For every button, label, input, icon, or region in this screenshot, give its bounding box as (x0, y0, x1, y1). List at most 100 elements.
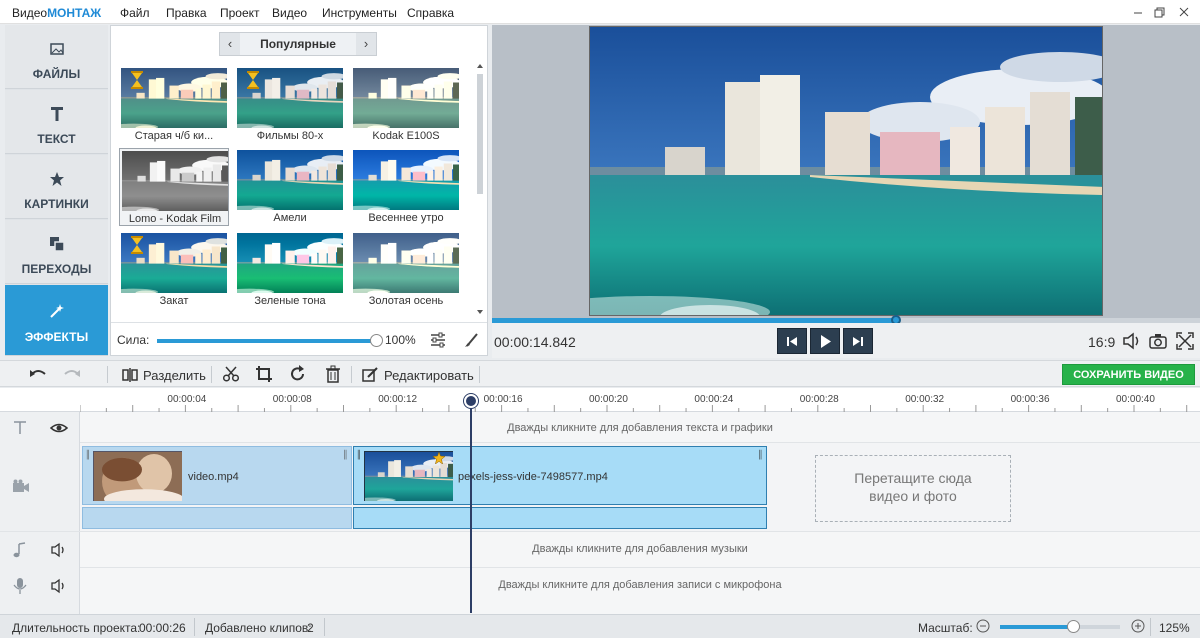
category-next-button[interactable]: › (356, 33, 376, 55)
menu-tools[interactable]: Инструменты (322, 6, 397, 20)
video-clip-2[interactable]: ║ pexels-jess-vide-7498577.mp4 ║ (353, 446, 767, 505)
toolbar-divider (351, 366, 352, 383)
close-icon[interactable] (1176, 4, 1192, 20)
effect-tile[interactable]: Закат (119, 231, 229, 309)
zoom-slider-knob[interactable] (1067, 620, 1081, 633)
tab-pictures[interactable]: КАРТИНКИ (5, 155, 108, 219)
media-dropzone[interactable]: Перетащите сюда видео и фото (815, 455, 1011, 522)
status-divider (194, 618, 195, 636)
menu-help[interactable]: Справка (407, 6, 454, 20)
ruler-tick-label: 00:00:12 (378, 394, 418, 405)
tab-transitions-label: ПЕРЕХОДЫ (21, 262, 92, 276)
timeline-tracks: Дважды кликните для добавления текста и … (0, 412, 1200, 614)
clips-count-value: 2 (307, 621, 314, 635)
clip-handle-right[interactable]: ║ (342, 450, 348, 459)
effects-scrollbar[interactable] (475, 62, 485, 316)
category-prev-button[interactable]: ‹ (220, 33, 240, 55)
redo-icon[interactable] (62, 365, 82, 385)
scissors-icon[interactable] (222, 365, 240, 385)
music-track[interactable]: Дважды кликните для добавления музыки (0, 532, 1200, 568)
zoom-slider[interactable] (1000, 620, 1120, 633)
effect-tile[interactable]: Lomo - Kodak Film (119, 148, 229, 226)
effect-tile[interactable]: Старая ч/б ки... (119, 66, 229, 144)
menu-edit[interactable]: Правка (166, 6, 207, 20)
menu-file[interactable]: Файл (120, 6, 150, 20)
effect-tile[interactable]: Весеннее утро (351, 148, 461, 226)
timeline-ruler[interactable]: 00:00:04 00:00:08 00:00:12 00:00:16 00:00:20… (0, 388, 1200, 412)
tab-files-label: ФАЙЛЫ (32, 67, 81, 81)
maximize-icon[interactable] (1152, 4, 1168, 20)
split-icon (122, 367, 138, 383)
effect-tile[interactable]: Зеленые тона (235, 231, 345, 309)
undo-icon[interactable] (28, 365, 48, 385)
mic-track[interactable]: Дважды кликните для добавления записи с … (0, 568, 1200, 614)
zoom-out-icon[interactable] (976, 619, 990, 633)
eye-icon[interactable] (50, 420, 68, 436)
status-divider (324, 618, 325, 636)
trash-icon[interactable] (324, 365, 342, 385)
menu-project[interactable]: Проект (220, 6, 260, 20)
zoom-value: 125% (1159, 621, 1190, 635)
tab-effects[interactable]: ЭФФЕКТЫ (5, 285, 108, 356)
playhead[interactable] (464, 394, 478, 613)
category-selector[interactable]: ‹ Популярные › (219, 32, 377, 56)
ruler-tick-label: 00:00:32 (905, 394, 945, 405)
effect-label: Фильмы 80-х (256, 130, 324, 142)
zoom-in-icon[interactable] (1131, 619, 1145, 633)
title-bar: ВидеоМОНТАЖ Файл Правка Проект Видео Инс… (0, 0, 1200, 24)
image-icon (49, 41, 65, 57)
effect-star-icon (433, 452, 445, 464)
next-frame-button[interactable] (843, 328, 873, 354)
effect-tile[interactable]: Золотая осень (351, 231, 461, 309)
minimize-icon[interactable] (1130, 4, 1146, 20)
clip-2-name: pexels-jess-vide-7498577.mp4 (458, 471, 608, 483)
effect-label: Зеленые тона (254, 295, 326, 307)
tab-text[interactable]: ТЕКСТ (5, 90, 108, 154)
tab-transitions[interactable]: ПЕРЕХОДЫ (5, 220, 108, 284)
adjust-sliders-icon[interactable] (429, 331, 447, 349)
video-preview[interactable] (589, 26, 1103, 316)
brush-icon[interactable] (463, 331, 481, 349)
play-button[interactable] (810, 328, 840, 354)
timecode: 00:00:14.842 (494, 334, 576, 350)
clip-handle-left[interactable]: ║ (356, 450, 362, 459)
crop-icon[interactable] (255, 365, 273, 385)
player-controls: 00:00:14.842 16:9 (492, 323, 1200, 358)
strength-slider[interactable] (157, 334, 383, 347)
split-label: Разделить (143, 368, 206, 383)
rotate-icon[interactable] (289, 365, 307, 385)
menu-video[interactable]: Видео (272, 6, 307, 20)
prev-frame-button[interactable] (777, 328, 807, 354)
category-label: Популярные (260, 37, 336, 51)
hourglass-icon (131, 236, 143, 254)
effect-tile[interactable]: Kodak E100S (351, 66, 461, 144)
status-bar: Длительность проекта: 00:00:26 Добавлено… (0, 614, 1200, 638)
hourglass-icon (247, 71, 259, 89)
clip-handle-right[interactable]: ║ (757, 450, 763, 459)
volume-icon[interactable] (50, 542, 68, 558)
fullscreen-icon[interactable] (1176, 332, 1194, 350)
effect-tile[interactable]: Фильмы 80-х (235, 66, 345, 144)
aspect-ratio[interactable]: 16:9 (1088, 334, 1115, 350)
save-video-button[interactable]: СОХРАНИТЬ ВИДЕО (1062, 364, 1195, 385)
left-tabs: ФАЙЛЫ ТЕКСТ КАРТИНКИ ПЕРЕХОДЫ ЭФФЕКТЫ (5, 25, 108, 356)
effect-tile[interactable]: Амели (235, 148, 345, 226)
effect-label: Lomo - Kodak Film (128, 213, 222, 225)
strength-slider-knob[interactable] (370, 334, 383, 347)
dropzone-line-1: Перетащите сюда (854, 470, 972, 486)
video-clip-1[interactable]: ║ video.mp4 ║ (82, 446, 352, 505)
text-track[interactable]: Дважды кликните для добавления текста и … (0, 412, 1200, 443)
strength-label: Сила: (117, 333, 150, 347)
volume-icon[interactable] (1122, 332, 1142, 350)
clip-handle-left[interactable]: ║ (85, 450, 91, 459)
volume-icon[interactable] (50, 578, 68, 594)
magic-wand-icon (49, 303, 65, 319)
playhead-knob[interactable] (464, 394, 478, 408)
transition-icon (49, 236, 65, 252)
effect-label: Золотая осень (368, 295, 444, 307)
effect-thumbnail (237, 150, 343, 210)
tab-files[interactable]: ФАЙЛЫ (5, 25, 108, 89)
clip-2-audio[interactable] (353, 507, 767, 529)
clip-1-audio[interactable] (82, 507, 352, 529)
camera-icon[interactable] (1148, 332, 1168, 350)
